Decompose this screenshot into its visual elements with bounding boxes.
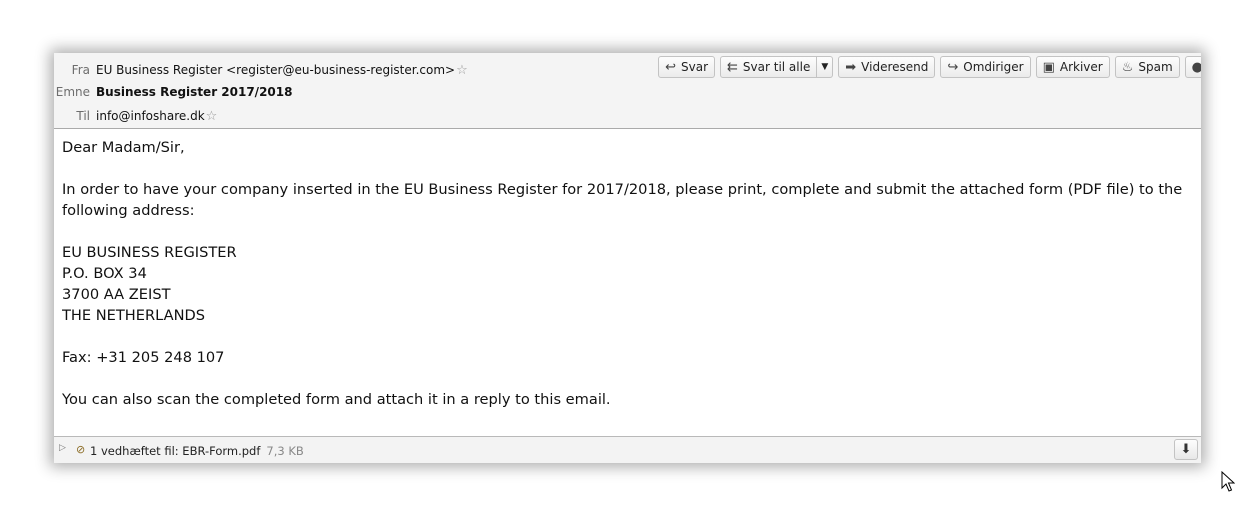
address-line: EU BUSINESS REGISTER	[62, 244, 237, 261]
paragraph-scan: You can also scan the completed form and…	[62, 391, 611, 408]
subject-value: Business Register 2017/2018	[96, 85, 293, 99]
save-attachment-button[interactable]: ⬇	[1174, 439, 1198, 460]
to-field[interactable]: info@infoshare.dk☆	[96, 109, 217, 124]
postal-address: EU BUSINESS REGISTER P.O. BOX 34 3700 AA…	[62, 242, 1197, 326]
to-label: Til	[76, 109, 90, 123]
message-toolbar: ↩ Svar ⇇ Svar til alle ▼ ➡ Videresend ↪ Omdi…	[658, 56, 1201, 78]
attachment-bar[interactable]: ▷ ⊘ 1 vedhæftet fil: EBR-Form.pdf 7,3 KB …	[54, 436, 1201, 463]
reply-all-dropdown[interactable]: ▼	[817, 56, 834, 78]
message-window: Fra EU Business Register <register@eu-bu…	[54, 53, 1201, 463]
flame-icon: ♨	[1121, 59, 1134, 75]
forward-label: Videresend	[861, 60, 929, 74]
redirect-button[interactable]: ↪ Omdiriger	[940, 56, 1031, 78]
spam-label: Spam	[1138, 60, 1173, 74]
reply-all-split: ⇇ Svar til alle ▼	[720, 56, 834, 78]
from-field[interactable]: EU Business Register <register@eu-busine…	[96, 63, 468, 78]
reply-all-button[interactable]: ⇇ Svar til alle	[720, 56, 818, 78]
redirect-label: Omdiriger	[963, 60, 1024, 74]
forward-button[interactable]: ➡ Videresend	[838, 56, 936, 78]
forward-arrow-icon: ➡	[845, 59, 857, 75]
chevron-down-icon: ▼	[821, 62, 829, 72]
archive-box-icon: ▣	[1042, 59, 1055, 75]
message-body: Dear Madam/Sir, In order to have your co…	[62, 137, 1197, 435]
overflow-button[interactable]: ●	[1184, 56, 1201, 78]
message-header: Fra EU Business Register <register@eu-bu…	[54, 53, 1201, 129]
address-line: THE NETHERLANDS	[62, 307, 206, 324]
greeting: Dear Madam/Sir,	[62, 139, 185, 156]
archive-button[interactable]: ▣ Arkiver	[1035, 56, 1110, 78]
star-icon[interactable]: ☆	[456, 63, 468, 78]
mouse-cursor-icon	[1221, 471, 1235, 492]
paperclip-icon: ⊘	[76, 443, 86, 456]
to-value[interactable]: info@infoshare.dk	[96, 109, 205, 123]
reply-arrow-icon: ↩	[665, 59, 676, 75]
fax-number: Fax: +31 205 248 107	[62, 349, 225, 366]
more-icon: ●	[1191, 59, 1201, 75]
paragraph-instructions: In order to have your company inserted i…	[62, 181, 1183, 219]
spam-button[interactable]: ♨ Spam	[1114, 56, 1180, 78]
reply-all-label: Svar til alle	[742, 60, 811, 74]
star-icon[interactable]: ☆	[206, 109, 218, 124]
reply-label: Svar	[681, 60, 709, 74]
from-label: Fra	[71, 63, 90, 77]
from-value[interactable]: EU Business Register <register@eu-busine…	[96, 63, 455, 77]
address-line: 3700 AA ZEIST	[62, 286, 171, 303]
redirect-arrow-icon: ↪	[947, 59, 959, 75]
attachment-label[interactable]: 1 vedhæftet fil: EBR-Form.pdf	[90, 444, 260, 458]
reply-button[interactable]: ↩ Svar	[658, 56, 716, 78]
expand-triangle-icon[interactable]: ▷	[59, 443, 66, 453]
reply-all-arrow-icon: ⇇	[727, 59, 738, 75]
subject-label: Emne	[55, 85, 90, 99]
download-arrow-icon: ⬇	[1180, 442, 1192, 457]
attachment-item[interactable]: 1 vedhæftet fil: EBR-Form.pdf 7,3 KB	[90, 444, 304, 458]
attachment-size: 7,3 KB	[266, 444, 304, 458]
archive-label: Arkiver	[1059, 60, 1103, 74]
address-line: P.O. BOX 34	[62, 265, 147, 282]
